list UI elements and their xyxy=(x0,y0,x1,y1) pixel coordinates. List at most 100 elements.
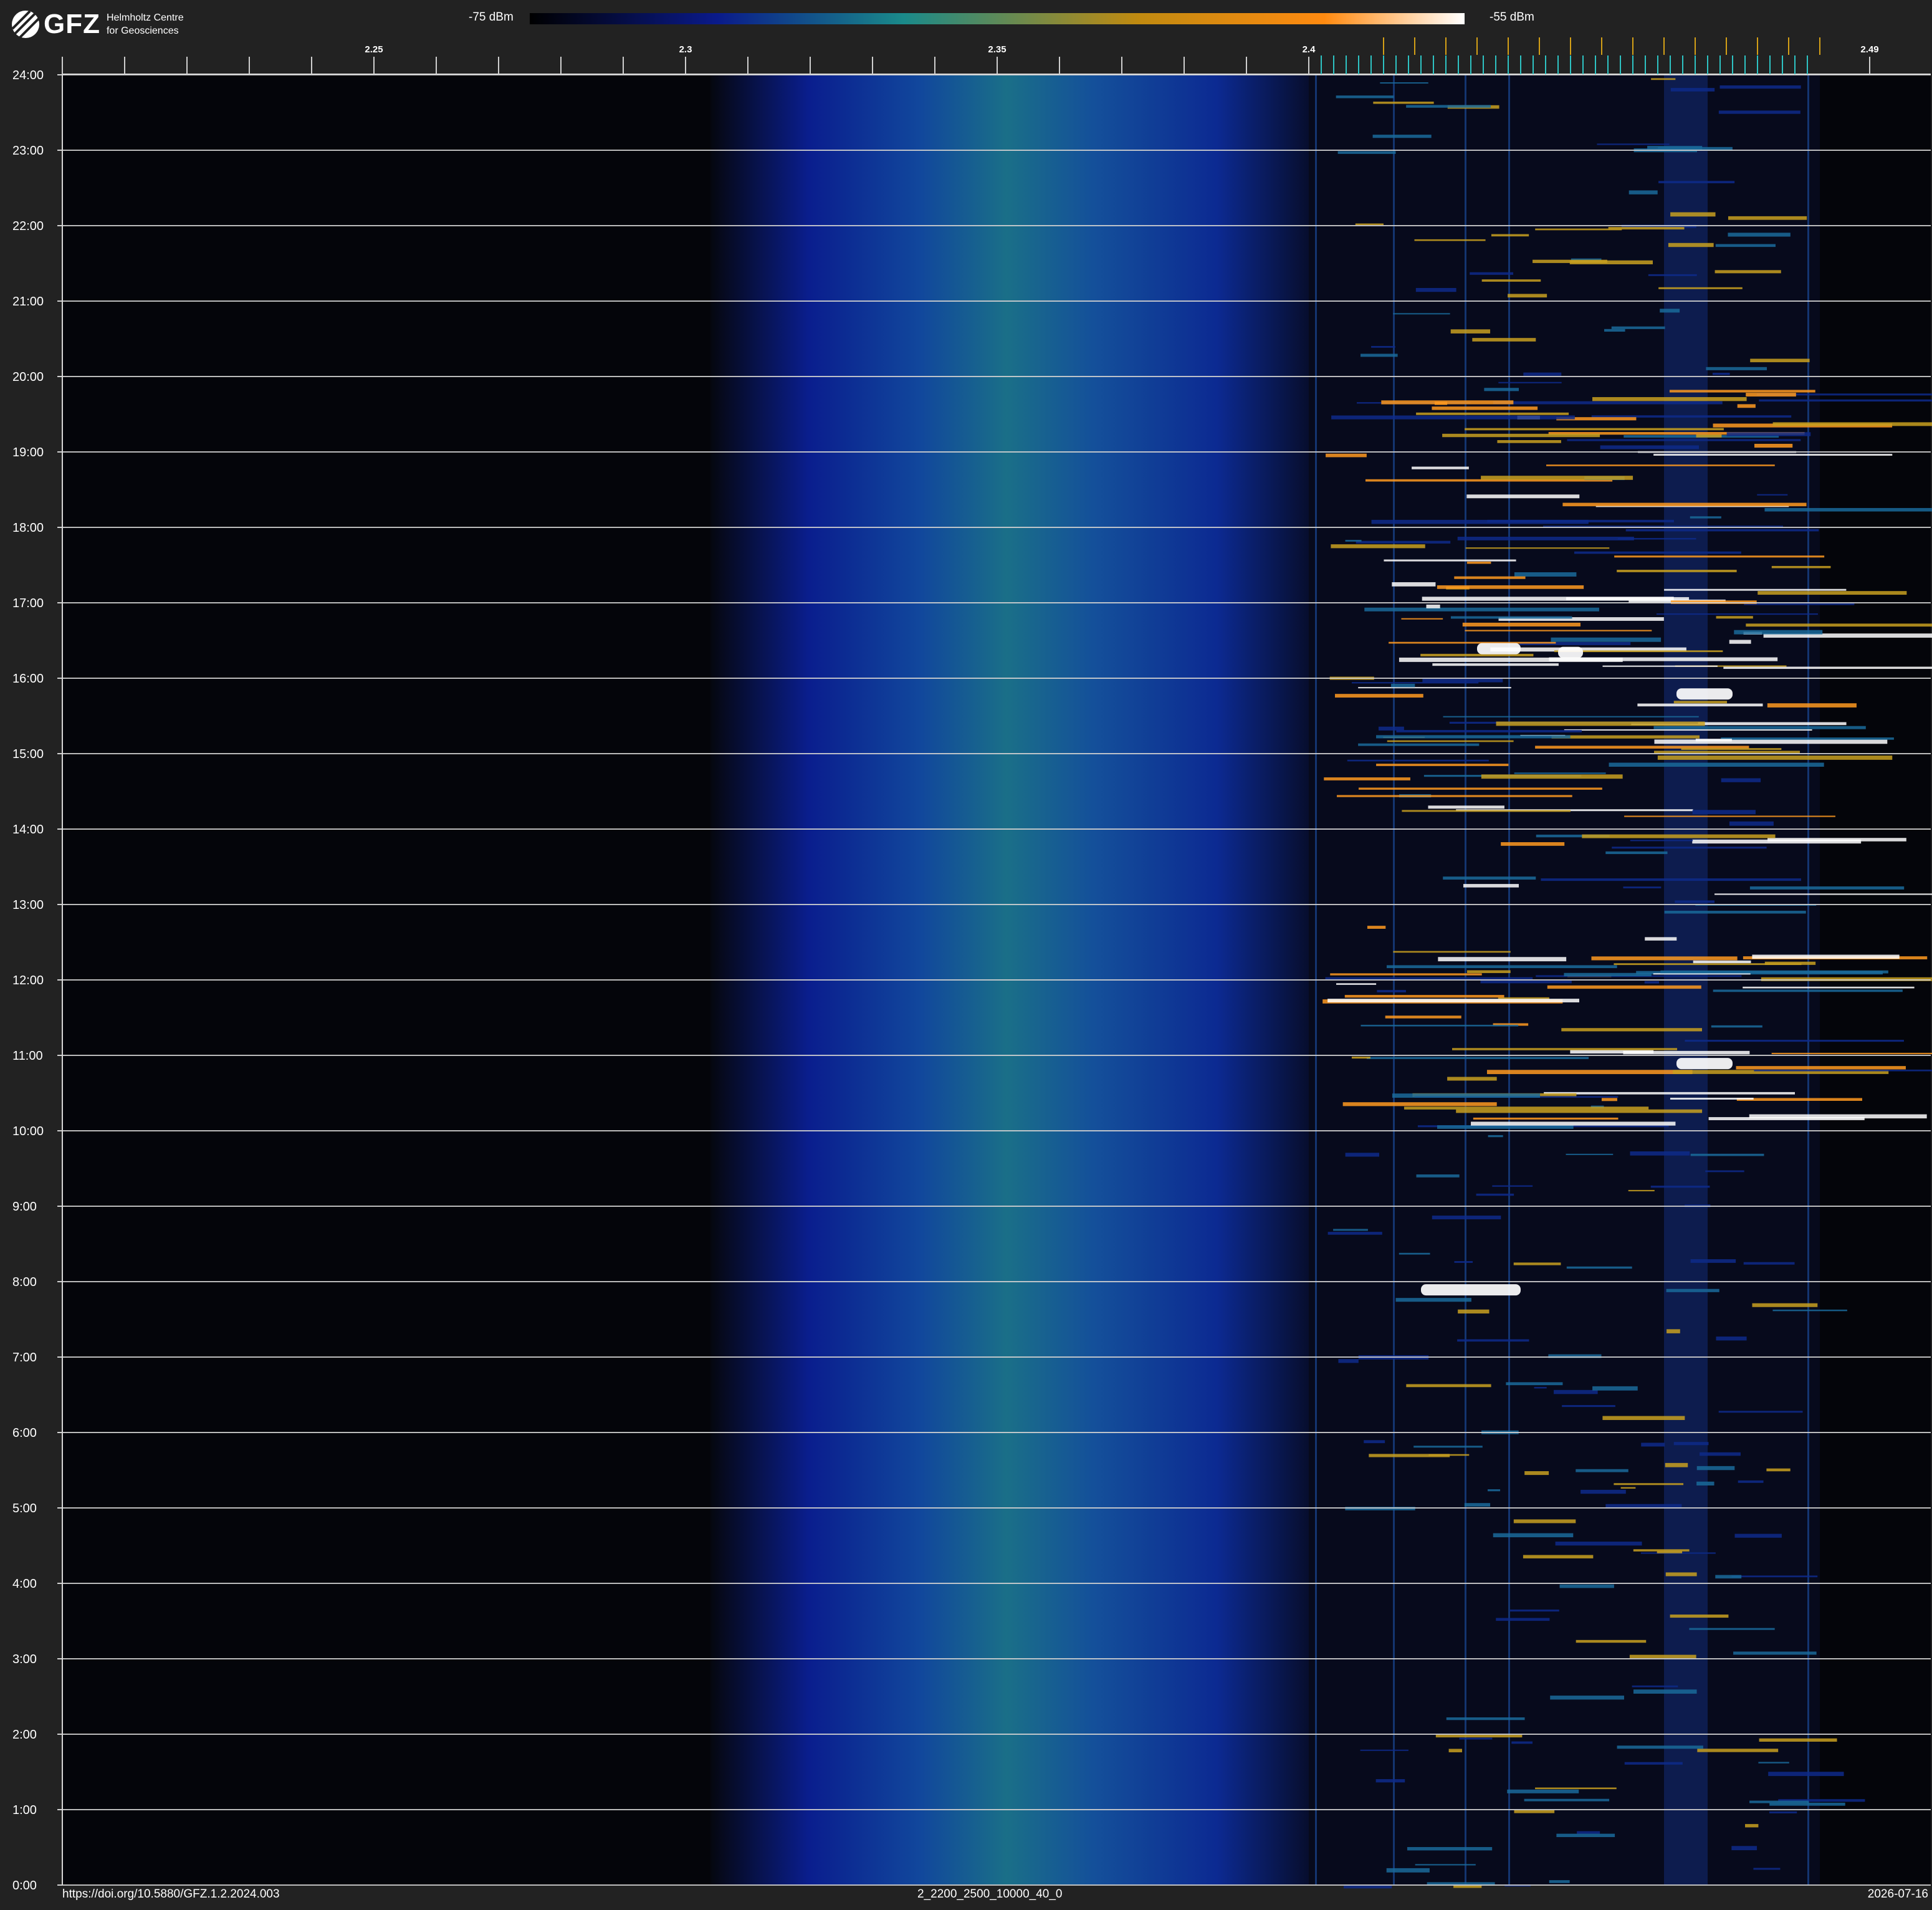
ism-burst xyxy=(1690,1153,1764,1156)
ism-hot-burst xyxy=(1676,1058,1733,1070)
x-axis-ticks: 2.25 2.3 2.35 2.4 2.49 xyxy=(62,44,1879,74)
y-tick-label: 1:00 xyxy=(12,1803,37,1817)
ism-burst xyxy=(1743,986,1915,989)
ism-burst xyxy=(1697,1749,1779,1752)
ism-burst xyxy=(1544,1092,1795,1095)
ism-burst xyxy=(1617,570,1737,572)
colorbar xyxy=(530,13,1465,24)
ism-burst xyxy=(1509,1610,1559,1612)
ism-burst xyxy=(1459,1737,1493,1740)
ism-burst xyxy=(1670,212,1716,217)
ism-burst xyxy=(1399,657,1623,662)
ism-burst xyxy=(1714,270,1781,274)
ism-burst xyxy=(1438,957,1567,962)
ism-burst xyxy=(1392,582,1436,587)
ism-burst xyxy=(1772,1309,1847,1312)
ism-burst xyxy=(1700,1452,1741,1456)
ism-burst xyxy=(1406,105,1491,108)
ism-burst xyxy=(1535,1787,1617,1790)
ism-burst xyxy=(1729,821,1774,826)
ism-burst xyxy=(1422,597,1674,601)
y-tick-label: 22:00 xyxy=(12,219,44,233)
ism-burst xyxy=(1466,494,1580,499)
ism-burst xyxy=(1472,338,1536,342)
ism-burst xyxy=(1415,1864,1476,1866)
ism-burst xyxy=(1356,540,1451,544)
ism-burst xyxy=(1546,464,1775,466)
ism-burst xyxy=(1617,1745,1703,1749)
ism-burst xyxy=(1375,1779,1405,1783)
ism-burst xyxy=(1555,1542,1642,1546)
ism-burst xyxy=(1337,151,1396,154)
ism-burst xyxy=(1372,135,1432,138)
ism-burst xyxy=(1666,1289,1719,1292)
ism-burst xyxy=(1524,1798,1610,1802)
ism-burst xyxy=(1511,1741,1533,1744)
y-tick-label: 5:00 xyxy=(12,1502,37,1515)
ism-burst xyxy=(1567,439,1801,441)
ism-burst xyxy=(1734,630,1823,635)
ism-burst xyxy=(1577,1831,1600,1834)
ism-burst xyxy=(1450,616,1572,619)
ism-burst xyxy=(1614,1483,1684,1485)
ism-burst xyxy=(1559,1584,1614,1588)
ism-burst xyxy=(1437,1125,1574,1129)
ism-burst xyxy=(1384,559,1516,562)
ism-burst xyxy=(1377,990,1406,992)
ism-burst xyxy=(1648,274,1697,276)
y-tick-label: 19:00 xyxy=(12,446,44,459)
ism-burst xyxy=(1416,412,1569,415)
y-tick-label: 11:00 xyxy=(12,1049,43,1063)
ism-burst xyxy=(1673,701,1728,704)
ism-burst xyxy=(1376,764,1509,766)
x-tick-label: 2.3 xyxy=(679,44,692,55)
ism-burst xyxy=(1386,965,1617,969)
ism-burst xyxy=(1465,428,1724,431)
y-tick-label: 21:00 xyxy=(12,295,44,309)
ism-burst xyxy=(1486,1070,1693,1075)
ism-burst xyxy=(1737,404,1756,408)
ism-burst xyxy=(1657,756,1893,760)
ism-burst xyxy=(1771,565,1831,569)
ism-burst xyxy=(1404,1106,1649,1110)
y-tick-label: 13:00 xyxy=(12,898,44,912)
y-tick-label: 17:00 xyxy=(12,597,44,610)
ism-burst xyxy=(1387,740,1514,742)
ism-burst xyxy=(1706,367,1767,370)
y-tick-label: 16:00 xyxy=(12,672,44,686)
ism-burst xyxy=(1535,228,1622,231)
ism-burst xyxy=(1488,1135,1503,1138)
ism-burst xyxy=(1714,893,1932,895)
ism-burst xyxy=(1378,726,1404,731)
ism-burst xyxy=(1628,190,1658,194)
ism-burst xyxy=(1355,223,1384,226)
ism-burst xyxy=(1422,678,1503,683)
ism-burst xyxy=(1333,1229,1368,1231)
ism-burst xyxy=(1462,622,1581,626)
ism-hot-burst xyxy=(1477,643,1521,655)
y-tick-label: 10:00 xyxy=(12,1125,44,1138)
ism-burst xyxy=(1602,665,1718,667)
ism-burst xyxy=(1498,382,1562,383)
ism-burst xyxy=(1358,787,1602,790)
ism-burst xyxy=(1561,1028,1702,1032)
ism-burst xyxy=(1344,995,1504,998)
ism-burst xyxy=(1493,1533,1574,1538)
ism-burst xyxy=(1326,453,1367,458)
ism-burst xyxy=(1624,1762,1683,1765)
ism-burst xyxy=(1416,1174,1460,1178)
ism-burst xyxy=(1325,977,1533,980)
ism-burst xyxy=(1696,1481,1714,1485)
ism-burst xyxy=(1769,1811,1797,1813)
ism-burst xyxy=(1514,772,1606,774)
ism-burst xyxy=(1766,1468,1791,1472)
ism-burst xyxy=(1759,1738,1837,1742)
ism-burst xyxy=(1728,216,1807,220)
ism-burst xyxy=(1633,1689,1697,1694)
ism-burst xyxy=(1566,1153,1614,1155)
ism-burst xyxy=(1507,1789,1579,1793)
ism-burst xyxy=(1759,399,1932,402)
ism-burst xyxy=(1729,640,1751,644)
ism-burst xyxy=(1630,1151,1690,1156)
ism-burst xyxy=(1331,415,1575,420)
